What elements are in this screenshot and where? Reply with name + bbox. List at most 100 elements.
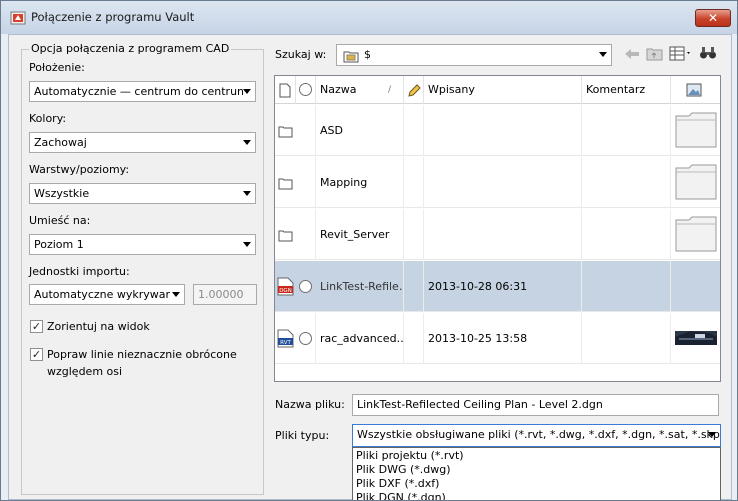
layers-value: Wszystkie bbox=[34, 187, 90, 200]
look-in-select[interactable]: $ bbox=[336, 44, 612, 66]
row-name: ASD bbox=[316, 105, 404, 156]
row-status-cell bbox=[296, 313, 316, 364]
list-row-rac-advanced[interactable]: RVT rac_advanced… 2013-10-25 13:58 bbox=[275, 313, 720, 364]
status-icon bbox=[299, 332, 312, 345]
vault-dialog: Połączenie z programu Vault ✕ Opcja połą… bbox=[0, 0, 738, 501]
place-at-select[interactable]: Poziom 1 bbox=[29, 234, 256, 255]
column-type[interactable] bbox=[275, 76, 296, 104]
rvt-badge: RVT bbox=[280, 340, 291, 346]
row-comment-cell bbox=[582, 105, 671, 156]
back-arrow-icon[interactable] bbox=[624, 47, 640, 61]
filename-input[interactable]: LinkTest-Refilected Ceiling Plan - Level… bbox=[352, 394, 719, 416]
orient-to-view-checkbox[interactable]: ✓ bbox=[30, 320, 43, 333]
folder-icon bbox=[278, 126, 293, 138]
filetype-dropdown-list[interactable]: Pliki projektu (*.rvt) Plik DWG (*.dwg) … bbox=[352, 447, 721, 500]
row-edit-cell bbox=[404, 105, 424, 156]
row-edit-cell bbox=[404, 261, 424, 312]
row-date: 2013-10-28 06:31 bbox=[424, 261, 582, 312]
position-value: Automatycznie — centrum do centrun bbox=[34, 85, 245, 98]
column-comment[interactable]: Komentarz bbox=[582, 76, 671, 104]
chevron-down-icon bbox=[708, 432, 716, 437]
image-icon bbox=[686, 83, 702, 97]
rvt-file-icon: RVT bbox=[277, 329, 294, 348]
binoculars-icon[interactable] bbox=[699, 45, 717, 61]
row-status-cell bbox=[296, 157, 316, 208]
row-status-cell bbox=[296, 261, 316, 312]
window-title: Połączenie z programu Vault bbox=[31, 10, 195, 24]
orient-to-view-label: Zorientuj na widok bbox=[47, 320, 150, 333]
group-title: Opcja połączenia z programem CAD bbox=[29, 42, 232, 55]
column-edit[interactable] bbox=[404, 76, 424, 104]
column-checked-in-label: Wpisany bbox=[428, 83, 475, 96]
filetype-option-dxf[interactable]: Plik DXF (*.dxf) bbox=[356, 477, 439, 490]
folder-thumbnail-icon bbox=[675, 216, 717, 252]
row-status-cell bbox=[296, 209, 316, 260]
position-select[interactable]: Automatycznie — centrum do centrun bbox=[29, 81, 256, 102]
position-label: Położenie: bbox=[29, 61, 85, 74]
sort-indicator: / bbox=[388, 85, 392, 95]
vault-app-icon bbox=[10, 11, 26, 25]
column-status[interactable] bbox=[296, 76, 316, 104]
building-thumbnail bbox=[675, 331, 717, 345]
filetype-option-dwg[interactable]: Plik DWG (*.dwg) bbox=[356, 463, 451, 476]
row-name: LinkTest-Refile… bbox=[316, 261, 404, 312]
row-name: rac_advanced… bbox=[316, 313, 404, 364]
file-list[interactable]: Nazwa / Wpisany Komentarz ASD Mapping Re… bbox=[274, 75, 721, 382]
import-units-value: Automatyczne wykrywar bbox=[34, 288, 171, 301]
look-in-label: Szukaj w: bbox=[275, 48, 327, 61]
place-at-value: Poziom 1 bbox=[34, 238, 84, 251]
row-name: Mapping bbox=[316, 157, 404, 208]
filetype-value: Wszystkie obsługiwane pliki (*.rvt, *.dw… bbox=[357, 428, 721, 441]
list-row-asd[interactable]: ASD bbox=[275, 105, 720, 156]
status-icon bbox=[299, 83, 312, 96]
close-button[interactable]: ✕ bbox=[695, 9, 731, 27]
folder-icon bbox=[278, 178, 293, 190]
import-units-select[interactable]: Automatyczne wykrywar bbox=[29, 284, 185, 305]
colors-label: Kolory: bbox=[29, 112, 67, 125]
folder-thumbnail-icon bbox=[675, 112, 717, 148]
vault-folder-icon bbox=[343, 51, 359, 63]
pencil-icon bbox=[408, 84, 421, 97]
correct-lines-checkbox[interactable]: ✓ bbox=[30, 348, 43, 361]
column-name-label: Nazwa bbox=[320, 83, 357, 96]
chevron-down-icon bbox=[243, 140, 251, 145]
column-name[interactable]: Nazwa / bbox=[316, 76, 404, 104]
filename-value: LinkTest-Refilected Ceiling Plan - Level… bbox=[357, 398, 603, 411]
colors-select[interactable]: Zachowaj bbox=[29, 132, 256, 153]
correct-lines-label: Popraw linie nieznacznie obrócone bbox=[47, 348, 237, 361]
filetype-label: Pliki typu: bbox=[275, 429, 330, 442]
view-menu-icon[interactable] bbox=[669, 46, 693, 61]
title-bar: Połączenie z programu Vault ✕ bbox=[1, 1, 737, 34]
scale-value: 1.00000 bbox=[198, 288, 244, 301]
row-date bbox=[424, 209, 582, 260]
dgn-file-icon: DGN bbox=[277, 277, 294, 296]
up-folder-icon[interactable] bbox=[646, 46, 663, 61]
file-list-header: Nazwa / Wpisany Komentarz bbox=[275, 76, 720, 104]
dialog-body: Opcja połączenia z programem CAD Położen… bbox=[8, 34, 732, 500]
chevron-down-icon bbox=[243, 242, 251, 247]
import-units-label: Jednostki importu: bbox=[29, 265, 130, 278]
list-row-linktest[interactable]: DGN LinkTest-Refile… 2013-10-28 06:31 bbox=[275, 261, 720, 312]
look-in-value: $ bbox=[364, 48, 371, 61]
correct-lines-label-line2: względem osi bbox=[47, 365, 123, 378]
filetype-select[interactable]: Wszystkie obsługiwane pliki (*.rvt, *.dw… bbox=[352, 424, 721, 447]
row-edit-cell bbox=[404, 209, 424, 260]
column-comment-label: Komentarz bbox=[586, 83, 646, 96]
row-edit-cell bbox=[404, 313, 424, 364]
chevron-down-icon bbox=[243, 191, 251, 196]
folder-thumbnail-icon bbox=[675, 164, 717, 200]
layers-select[interactable]: Wszystkie bbox=[29, 183, 256, 204]
row-comment-cell bbox=[582, 209, 671, 260]
chevron-down-icon bbox=[599, 52, 607, 57]
column-checked-in[interactable]: Wpisany bbox=[424, 76, 582, 104]
scale-input[interactable]: 1.00000 bbox=[193, 284, 257, 305]
column-thumbnail[interactable] bbox=[671, 76, 720, 104]
row-name: Revit_Server bbox=[316, 209, 404, 260]
status-icon bbox=[299, 280, 312, 293]
filetype-option-dgn[interactable]: Plik DGN (*.dgn) bbox=[356, 491, 446, 500]
row-date bbox=[424, 157, 582, 208]
list-row-revit-server[interactable]: Revit_Server bbox=[275, 209, 720, 260]
row-edit-cell bbox=[404, 157, 424, 208]
list-row-mapping[interactable]: Mapping bbox=[275, 157, 720, 208]
filetype-option-rvt[interactable]: Pliki projektu (*.rvt) bbox=[356, 449, 464, 462]
